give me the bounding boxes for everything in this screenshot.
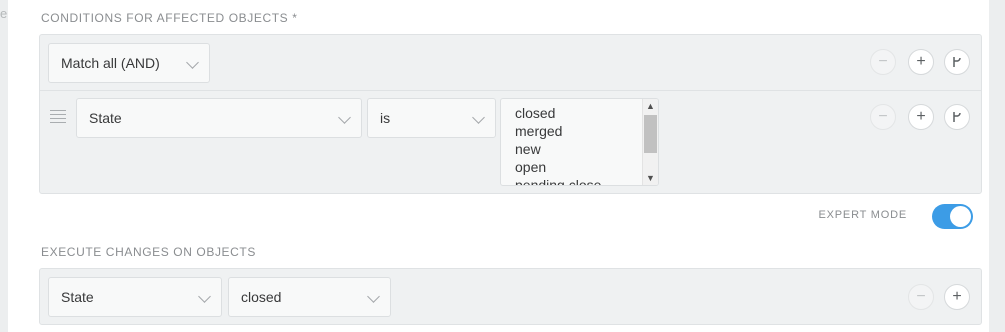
condition-value-listbox[interactable]: closed merged new open pending close ▲ ▼	[500, 98, 659, 186]
branch-icon	[953, 112, 961, 122]
match-mode-value: Match all (AND)	[61, 55, 160, 71]
add-subclause-button[interactable]	[944, 49, 970, 75]
listbox-scrollbar[interactable]: ▲ ▼	[642, 99, 658, 185]
listbox-option[interactable]: pending close	[501, 176, 658, 185]
minus-icon: −	[878, 53, 888, 70]
conditions-section-title: CONDITIONS FOR AFFECTED OBJECTS *	[41, 11, 298, 25]
listbox-option[interactable]: open	[501, 158, 658, 176]
condition-operator-select[interactable]: is	[367, 98, 496, 138]
add-change-button[interactable]: +	[944, 284, 970, 310]
match-mode-select[interactable]: Match all (AND)	[48, 43, 210, 83]
plus-icon: +	[916, 53, 926, 70]
plus-icon: +	[952, 288, 962, 305]
scrollbar-thumb[interactable]	[644, 115, 657, 153]
background-text-fragment: e	[0, 6, 8, 21]
condition-operator-value: is	[380, 110, 391, 126]
plus-icon: +	[916, 108, 926, 125]
row-divider	[40, 90, 981, 91]
execute-box: State closed − +	[39, 268, 982, 325]
remove-condition-button[interactable]: −	[870, 49, 896, 75]
minus-icon: −	[916, 288, 926, 305]
expert-mode-toggle[interactable]	[932, 204, 973, 229]
add-row-subclause-button[interactable]	[944, 104, 970, 130]
chevron-down-icon	[367, 290, 380, 303]
execute-value-select[interactable]: closed	[228, 277, 391, 317]
execute-value-value: closed	[241, 289, 282, 305]
execute-section-title: EXECUTE CHANGES ON OBJECTS	[41, 245, 256, 259]
scroll-up-icon[interactable]: ▲	[643, 99, 658, 113]
execute-attribute-select[interactable]: State	[48, 277, 222, 317]
minus-icon: −	[878, 108, 888, 125]
drag-handle-icon[interactable]	[50, 110, 66, 124]
remove-change-button[interactable]: −	[908, 284, 934, 310]
toggle-knob	[950, 206, 971, 227]
listbox-option[interactable]: closed	[501, 104, 658, 122]
conditions-box: Match all (AND) − + State is closed merg…	[39, 34, 982, 194]
remove-condition-row-button[interactable]: −	[870, 104, 896, 130]
chevron-down-icon	[338, 111, 351, 124]
chevron-down-icon	[186, 56, 199, 69]
chevron-down-icon	[198, 290, 211, 303]
add-condition-row-button[interactable]: +	[908, 104, 934, 130]
chevron-down-icon	[472, 111, 485, 124]
add-condition-button[interactable]: +	[908, 49, 934, 75]
scroll-down-icon[interactable]: ▼	[643, 171, 658, 185]
execute-attribute-value: State	[61, 289, 94, 305]
listbox-option[interactable]: new	[501, 140, 658, 158]
condition-attribute-value: State	[89, 110, 122, 126]
expert-mode-label: EXPERT MODE	[818, 209, 907, 221]
condition-attribute-select[interactable]: State	[76, 98, 362, 138]
trigger-editor-panel: CONDITIONS FOR AFFECTED OBJECTS * Match …	[8, 0, 989, 332]
listbox-option[interactable]: merged	[501, 122, 658, 140]
branch-icon	[953, 57, 961, 67]
